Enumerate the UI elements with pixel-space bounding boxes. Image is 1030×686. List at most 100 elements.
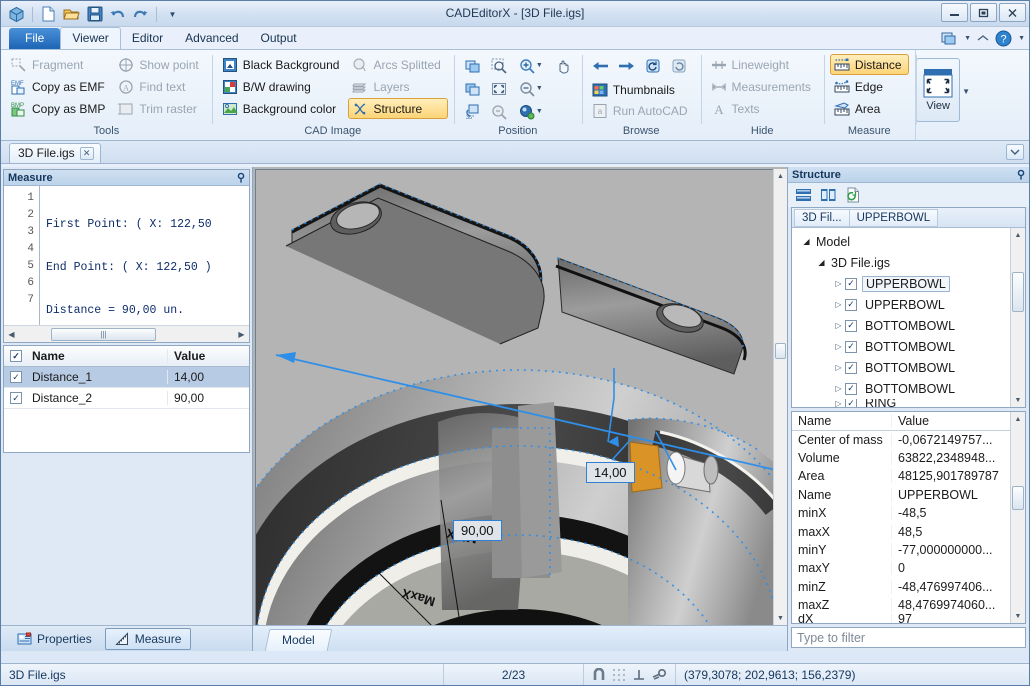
prev-arrow-icon[interactable] (588, 54, 614, 77)
zoom-extents-icon[interactable] (486, 77, 512, 100)
button-black-background[interactable]: Black Background (218, 54, 347, 75)
button-fragment[interactable]: Fragment (7, 54, 112, 75)
reload-icon[interactable] (640, 54, 666, 77)
scroll-left-icon[interactable]: ◀ (4, 330, 19, 339)
snap-icon[interactable] (592, 668, 606, 682)
maximize-button[interactable] (970, 3, 997, 22)
table-row[interactable]: maxX 48,5 (792, 522, 1010, 540)
tree-node-checkbox[interactable]: ✓ (845, 299, 857, 311)
expander-closed-icon[interactable]: ▷ (832, 399, 845, 407)
table-row[interactable]: Volume 63822,2348948... (792, 449, 1010, 467)
tree-node-checkbox[interactable]: ✓ (845, 320, 857, 332)
vscroll-thumb[interactable] (775, 343, 786, 359)
button-show-point[interactable]: Show point (114, 54, 205, 75)
tree-node-checkbox[interactable]: ✓ (845, 383, 857, 395)
button-run-autocad[interactable]: a Run AutoCAD (588, 100, 695, 121)
expander-closed-icon[interactable]: ▷ (832, 363, 845, 372)
scroll-up-icon[interactable]: ▲ (1011, 412, 1025, 426)
expander-open-icon[interactable]: ◢ (800, 237, 813, 246)
tree-node-part[interactable]: ▷ ✓ BOTTOMBOWL (792, 315, 1025, 336)
pan-icon[interactable] (550, 54, 576, 77)
table-row[interactable]: minY -77,000000000... (792, 541, 1010, 559)
select-all-checkbox[interactable]: ✓ (10, 350, 22, 362)
osnap-icon[interactable] (652, 668, 667, 682)
view-dropdown-icon[interactable]: ▼ (962, 87, 970, 96)
close-button[interactable] (999, 3, 1026, 22)
expander-closed-icon[interactable]: ▷ (832, 321, 845, 330)
scroll-right-icon[interactable]: ▶ (234, 330, 249, 339)
expander-closed-icon[interactable]: ▷ (832, 342, 845, 351)
ortho-icon[interactable] (632, 668, 646, 682)
scroll-down-icon[interactable]: ▼ (774, 611, 787, 625)
split-view-icon[interactable] (817, 185, 839, 205)
flat-view-icon[interactable] (792, 185, 814, 205)
button-bw-drawing[interactable]: B/W drawing (218, 76, 347, 97)
table-row[interactable]: maxY 0 (792, 559, 1010, 577)
tab-editor[interactable]: Editor (121, 28, 174, 49)
expander-closed-icon[interactable]: ▷ (832, 279, 845, 288)
document-tab-3d-file[interactable]: 3D File.igs ✕ (9, 143, 101, 163)
button-lineweight[interactable]: Lineweight (707, 54, 818, 75)
zoom-window-icon[interactable] (486, 54, 512, 77)
button-measurements[interactable]: Measurements (707, 76, 818, 97)
table-row[interactable]: minX -48,5 (792, 504, 1010, 522)
cad-viewport[interactable]: MinX MaxX (253, 167, 787, 651)
view-button[interactable]: View (916, 58, 960, 122)
vscroll-track[interactable] (774, 183, 787, 611)
restore-icon[interactable] (666, 54, 692, 77)
rotate-35-icon[interactable]: 35° (460, 100, 486, 123)
viewport-canvas[interactable]: MinX MaxX (255, 169, 787, 651)
button-thumbnails[interactable]: Thumbnails (588, 79, 695, 100)
measure-log-editor[interactable]: 1 2 3 4 5 6 7 First Point: ( X: 122,50 E… (4, 186, 249, 325)
tree-node-checkbox[interactable]: ✓ (845, 341, 857, 353)
props-scroll-thumb[interactable] (1012, 486, 1024, 510)
table-row[interactable]: maxZ 48,4769974060... (792, 596, 1010, 614)
tab-file[interactable]: File (9, 28, 60, 49)
properties-vertical-scrollbar[interactable]: ▲ ▼ (1010, 412, 1025, 623)
button-edge[interactable]: Edge (830, 76, 909, 97)
expander-closed-icon[interactable]: ▷ (832, 300, 845, 309)
tab-output[interactable]: Output (250, 28, 308, 49)
collapse-ribbon-icon[interactable] (976, 33, 990, 44)
tab-measure[interactable]: Measure (105, 628, 192, 650)
button-structure[interactable]: Structure (348, 98, 447, 119)
window-list-dropdown-icon[interactable]: ▼ (964, 35, 971, 42)
table-row[interactable]: Name UPPERBOWL (792, 486, 1010, 504)
grid-icon[interactable] (612, 668, 626, 682)
tree-node-part[interactable]: ▷ ✓ BOTTOMBOWL (792, 357, 1025, 378)
dimension-label-14[interactable]: 14,00 (586, 462, 635, 483)
pin-icon[interactable]: ⚲ (237, 171, 245, 184)
measure-horizontal-scrollbar[interactable]: ◀ ||| ▶ (4, 325, 249, 342)
table-row[interactable]: dX 97 (792, 614, 1010, 623)
tree-vertical-scrollbar[interactable]: ▲ ▼ (1010, 228, 1025, 407)
button-find-text[interactable]: A Find text (114, 76, 205, 97)
tree-node-part[interactable]: ▷ ✓ BOTTOMBOWL (792, 378, 1025, 399)
scroll-up-icon[interactable]: ▲ (1011, 228, 1025, 242)
hscroll-track[interactable]: ||| (19, 327, 234, 342)
tree-node-model[interactable]: ◢ Model (792, 231, 1025, 252)
tab-viewer[interactable]: Viewer (60, 27, 120, 49)
close-icon[interactable]: ✕ (80, 147, 94, 160)
structure-tree[interactable]: ◢ Model ◢ 3D File.igs ▷ ✓ UPPERBOWL ▷ (792, 228, 1025, 407)
table-row[interactable]: ✓ Distance_1 14,00 (4, 367, 249, 388)
button-area[interactable]: Area (830, 98, 909, 119)
expander-closed-icon[interactable]: ▷ (832, 384, 845, 393)
tree-node-part[interactable]: ▷ ✓ BOTTOMBOWL (792, 336, 1025, 357)
breadcrumb-item-part[interactable]: UPPERBOWL (849, 209, 939, 227)
table-row[interactable]: ✓ Distance_2 90,00 (4, 388, 249, 409)
tree-node-checkbox[interactable]: ✓ (845, 278, 857, 290)
button-layers[interactable]: Layers (348, 76, 447, 97)
table-row[interactable]: Center of mass -0,0672149757... (792, 431, 1010, 449)
refresh-icon[interactable] (842, 185, 864, 205)
minimize-button[interactable] (941, 3, 968, 22)
button-trim-raster[interactable]: Trim raster (114, 98, 205, 119)
view-style-icon[interactable]: ▼ (512, 100, 550, 123)
button-copy-as-emf[interactable]: EMF Copy as EMF (7, 76, 112, 97)
filter-input[interactable]: Type to filter (791, 627, 1026, 648)
fit-window-icon[interactable] (460, 54, 486, 77)
row-checkbox[interactable]: ✓ (10, 392, 22, 404)
breadcrumb-item-file[interactable]: 3D Fil... (794, 209, 850, 227)
zoom-previous-icon[interactable] (486, 100, 512, 123)
expander-open-icon[interactable]: ◢ (815, 258, 828, 267)
window-list-icon[interactable] (941, 31, 958, 46)
